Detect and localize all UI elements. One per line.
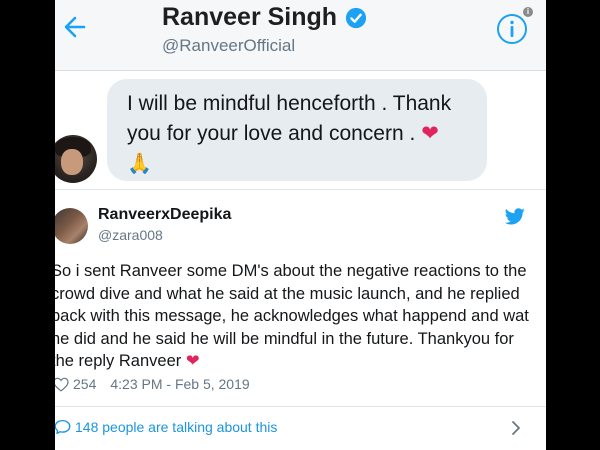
conversation-name: Ranveer Singh: [162, 3, 367, 32]
info-icon[interactable]: [496, 13, 528, 45]
people-talking-link[interactable]: 148 people are talking about this: [55, 407, 546, 450]
tweet-author-name[interactable]: RanveerxDeepika: [98, 206, 231, 224]
tweet-body: So i sent Ranveer some DM's about the ne…: [55, 262, 529, 370]
tweet-author-avatar[interactable]: [55, 208, 88, 244]
like-count: 254: [73, 376, 97, 392]
heart-emoji: ❤: [185, 352, 200, 370]
tweet-meta: 254 4:23 PM - Feb 5, 2019: [55, 376, 250, 392]
tweet-card[interactable]: RanveerxDeepika @zara008 So i sent Ranve…: [55, 190, 546, 407]
back-arrow-icon[interactable]: [60, 12, 90, 42]
tweet-timestamp[interactable]: 4:23 PM - Feb 5, 2019: [110, 376, 249, 392]
message-text: I will be mindful henceforth . Thank you…: [127, 89, 472, 179]
speech-bubble-icon: [55, 419, 71, 435]
screenshot-frame: Ranveer Singh @RanveerOfficial i I will …: [55, 0, 546, 450]
chevron-right-icon: [512, 421, 520, 435]
info-badge: i: [523, 7, 533, 17]
heart-emoji: ❤: [421, 122, 439, 145]
dm-header: Ranveer Singh @RanveerOfficial i: [55, 0, 546, 71]
folded-hands-emoji: 🙏: [127, 153, 152, 175]
conversation-handle: @RanveerOfficial: [162, 36, 296, 55]
sender-avatar[interactable]: [55, 135, 97, 183]
twitter-bird-icon[interactable]: [505, 208, 525, 225]
dm-conversation: I will be mindful henceforth . Thank you…: [55, 71, 546, 190]
people-talking-text: 148 people are talking about this: [75, 419, 278, 435]
conversation-name-label: Ranveer Singh: [162, 3, 338, 31]
message-bubble[interactable]: I will be mindful henceforth . Thank you…: [107, 79, 487, 181]
message-body: I will be mindful henceforth . Thank you…: [127, 92, 452, 145]
tweet-author-handle[interactable]: @zara008: [98, 227, 163, 243]
heart-outline-icon[interactable]: [55, 377, 69, 392]
verified-badge-icon: [345, 7, 367, 28]
tweet-text: So i sent Ranveer some DM's about the ne…: [55, 260, 531, 373]
